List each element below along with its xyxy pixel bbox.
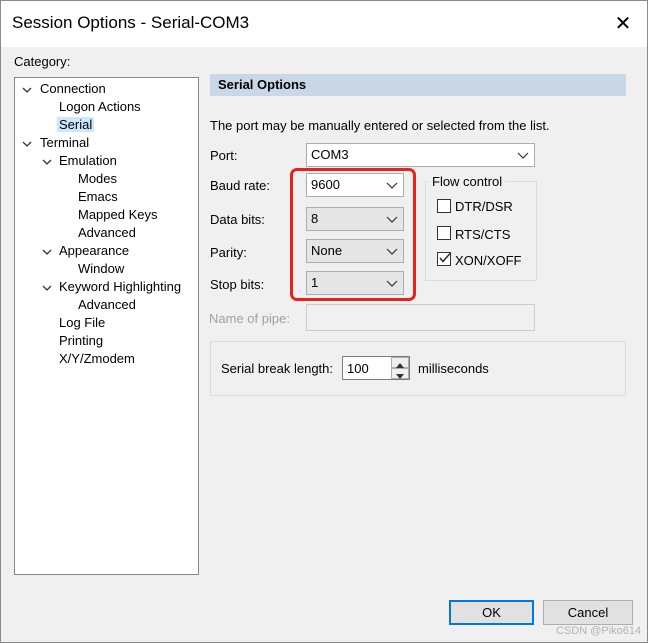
chevron-down-icon[interactable] [21, 138, 33, 150]
xon-xoff-checkbox[interactable] [437, 252, 451, 266]
serial-break-label: Serial break length: [221, 361, 334, 376]
tree-item-log-file[interactable]: Log File [59, 314, 105, 332]
window-title: Session Options - Serial-COM3 [12, 13, 250, 32]
port-value: COM3 [311, 147, 349, 162]
spin-up-button[interactable] [391, 357, 409, 368]
dtr-dsr-checkbox[interactable] [437, 199, 451, 213]
pipe-name-input[interactable] [306, 304, 535, 331]
data-bits-label: Data bits: [210, 212, 265, 227]
tree-item-advanced-emulation[interactable]: Advanced [78, 224, 136, 242]
rts-cts-checkbox[interactable] [437, 226, 451, 240]
check-icon [438, 251, 452, 268]
spin-down-button[interactable] [391, 368, 409, 379]
serial-break-value: 100 [347, 361, 369, 376]
flow-control-title: Flow control [429, 174, 506, 189]
parity-label: Parity: [210, 245, 247, 260]
watermark: CSDN @Piko614 [556, 625, 642, 637]
tree-item-emacs[interactable]: Emacs [78, 188, 118, 206]
serial-options-header: Serial Options [210, 74, 626, 96]
tree-item-window[interactable]: Window [78, 260, 124, 278]
section-title: Serial Options [218, 77, 307, 92]
chevron-down-icon[interactable] [516, 144, 530, 164]
annotation-highlight-box [290, 168, 416, 301]
tree-item-advanced-keyword[interactable]: Advanced [78, 296, 136, 314]
tree-item-emulation[interactable]: Emulation [59, 152, 117, 170]
tree-item-printing[interactable]: Printing [59, 332, 103, 350]
tree-item-mapped-keys[interactable]: Mapped Keys [78, 206, 158, 224]
baud-rate-label: Baud rate: [210, 178, 270, 193]
tree-item-serial[interactable]: Serial [57, 116, 95, 134]
ok-button[interactable]: OK [449, 600, 534, 625]
chevron-down-icon[interactable] [41, 282, 53, 294]
tree-item-appearance[interactable]: Appearance [59, 242, 129, 260]
serial-break-unit: milliseconds [418, 361, 489, 376]
cancel-button[interactable]: Cancel [543, 600, 633, 625]
stop-bits-label: Stop bits: [210, 277, 265, 292]
chevron-down-icon[interactable] [41, 156, 53, 168]
tree-item-terminal[interactable]: Terminal [40, 134, 89, 152]
chevron-down-icon[interactable] [41, 246, 53, 258]
intro-text: The port may be manually entered or sele… [210, 118, 550, 133]
tree-item-logon-actions[interactable]: Logon Actions [59, 98, 141, 116]
rts-cts-label[interactable]: RTS/CTS [455, 227, 510, 242]
tree-item-xyzmodem[interactable]: X/Y/Zmodem [59, 350, 135, 368]
xon-xoff-label[interactable]: XON/XOFF [455, 253, 521, 268]
tree-item-connection[interactable]: Connection [40, 80, 106, 98]
tree-item-modes[interactable]: Modes [78, 170, 117, 188]
tree-item-keyword-highlighting[interactable]: Keyword Highlighting [59, 278, 181, 296]
close-icon[interactable]: ✕ [605, 9, 641, 39]
port-label: Port: [210, 148, 238, 163]
category-label: Category: [14, 54, 71, 69]
pipe-name-label: Name of pipe: [209, 311, 290, 326]
dtr-dsr-label[interactable]: DTR/DSR [455, 199, 513, 214]
category-tree[interactable]: Connection Logon Actions Serial Terminal… [14, 77, 199, 575]
title-bar: Session Options - Serial-COM3 ✕ [1, 1, 647, 47]
chevron-down-icon[interactable] [21, 84, 33, 96]
port-combo[interactable]: COM3 [306, 143, 535, 167]
